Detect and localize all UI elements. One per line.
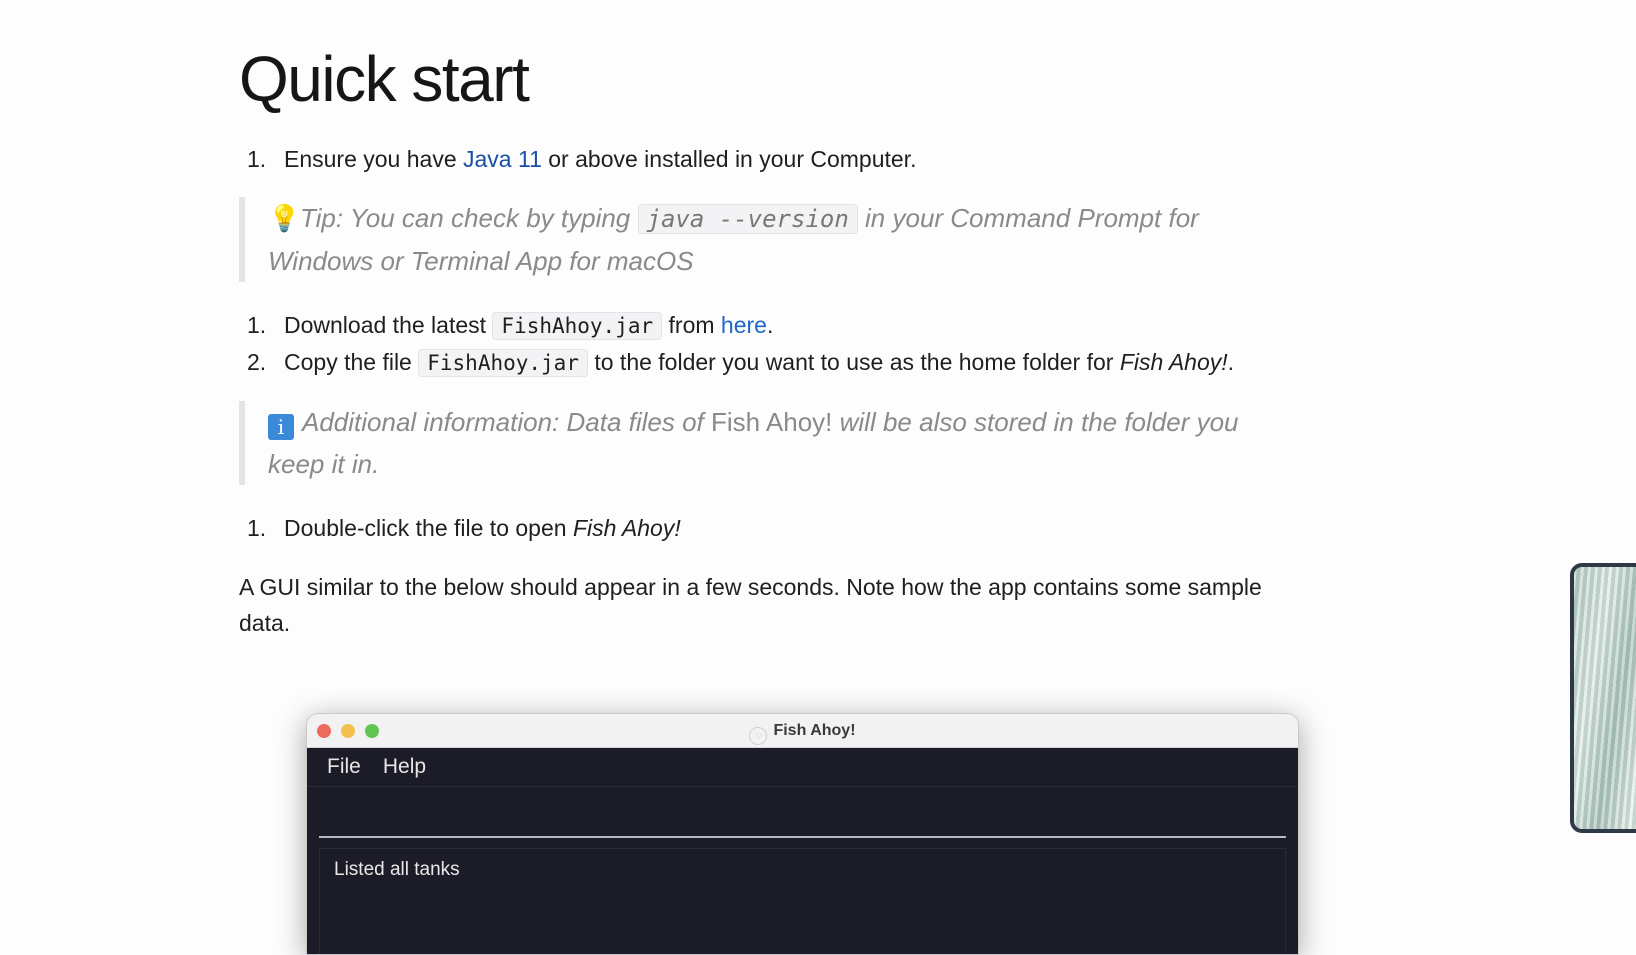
result-display: Listed all tanks — [319, 848, 1286, 954]
download-here-link[interactable]: here — [721, 312, 767, 338]
step-text: to the folder you want to use as the hom… — [587, 349, 1120, 375]
list-item-open: 1. Double-click the file to open Fish Aho… — [239, 510, 681, 546]
gui-description: A GUI similar to the below should appear… — [239, 574, 1262, 636]
list-item-download: 1. Download the latest FishAhoy.jar from … — [239, 307, 773, 344]
info-text-line2: keep it in. — [268, 449, 380, 479]
menu-file[interactable]: File — [327, 748, 361, 786]
app-name-emphasis: Fish Ahoy! — [1119, 349, 1228, 375]
info-text: Additional information: Data files of — [302, 407, 711, 437]
info-text: will be also stored in the folder you — [832, 407, 1239, 437]
step-text: from — [662, 312, 721, 338]
window-titlebar: ◌ Fish Ahoy! — [307, 714, 1298, 748]
list-number: 1. — [247, 312, 267, 338]
menu-help[interactable]: Help — [383, 748, 426, 786]
tip-text: in your Command Prompt for — [857, 203, 1199, 233]
window-title-text: Fish Ahoy! — [773, 722, 856, 739]
side-thumbnail-image[interactable] — [1570, 563, 1636, 833]
window-title: ◌ Fish Ahoy! — [307, 714, 1298, 747]
tip-callout: 💡Tip: You can check by typing java --ver… — [239, 197, 1339, 282]
java-version-code: java --version — [637, 204, 858, 234]
step-text: . — [1227, 349, 1235, 375]
step-text: Copy the file — [284, 349, 419, 375]
info-callout: i Additional information: Data files of F… — [239, 401, 1339, 485]
info-icon: i — [268, 414, 294, 440]
app-menubar: File Help — [307, 748, 1298, 787]
jar-filename-code: FishAhoy.jar — [418, 349, 588, 377]
jar-filename-code: FishAhoy.jar — [492, 312, 663, 340]
app-name: Fish Ahoy! — [711, 407, 833, 437]
step-text: Download the latest — [284, 312, 493, 338]
tip-text-line2: Windows or Terminal App for macOS — [268, 246, 694, 276]
step-text: Double-click the file to open — [284, 515, 573, 541]
list-number: 1. — [247, 515, 267, 541]
lightbulb-icon: 💡 — [268, 203, 301, 233]
tip-text: Tip: You can check by typing — [300, 203, 638, 233]
result-text: Listed all tanks — [334, 859, 460, 880]
step-text: Ensure you have — [284, 146, 464, 172]
step-text: . — [766, 312, 774, 338]
list-item-ensure-java: 1. Ensure you have Java 11 or above insta… — [239, 141, 916, 177]
app-body: File Help Listed all tanks — [307, 748, 1298, 954]
list-number: 2. — [247, 349, 267, 375]
page-title: Quick start — [239, 43, 530, 115]
list-number: 1. — [247, 146, 267, 172]
command-input[interactable] — [319, 786, 1286, 838]
app-window-screenshot: ◌ Fish Ahoy! File Help Listed all tanks — [306, 713, 1299, 955]
app-name-emphasis: Fish Ahoy! — [572, 515, 681, 541]
java-11-link[interactable]: Java 11 — [463, 146, 542, 172]
list-item-copy: 2. Copy the file FishAhoy.jar to the fold… — [239, 344, 1234, 381]
step-text: or above installed in your Computer. — [541, 146, 917, 172]
fish-app-icon: ◌ — [749, 727, 768, 745]
